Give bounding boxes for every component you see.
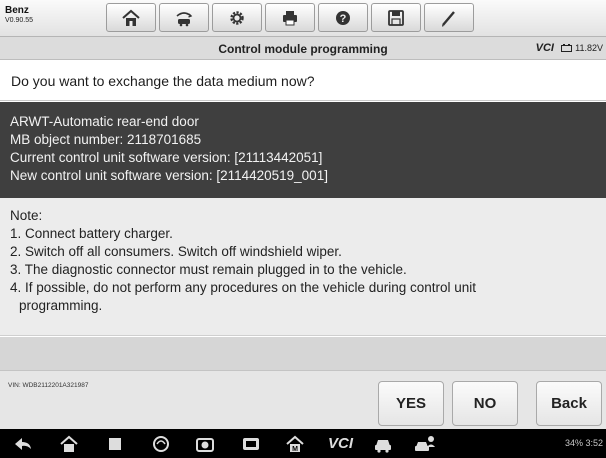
battery-voltage: 11.82V [560, 43, 603, 53]
vci-nav-label: VCI [328, 435, 354, 452]
note-item: 2. Switch off all consumers. Switch off … [10, 244, 342, 259]
question-panel: Do you want to exchange the data medium … [0, 61, 606, 101]
note-item: 3. The diagnostic connector must remain … [10, 262, 407, 277]
app-version: V0.90.55 [5, 17, 34, 24]
settings-gear-icon [230, 10, 244, 25]
remote-support-icon[interactable] [414, 433, 436, 454]
footer-bar: VIN: WDB2112201A321987 YES NO Back [0, 370, 606, 429]
settings-button[interactable] [212, 3, 262, 32]
brand-name: Benz [5, 5, 29, 16]
yes-button[interactable]: YES [378, 381, 444, 426]
page-title: Control module programming [218, 42, 388, 56]
pen-button[interactable] [424, 3, 474, 32]
svg-text:M: M [292, 446, 298, 453]
home-nav-icon[interactable] [58, 433, 80, 454]
current-software-version: Current control unit software version: [… [10, 150, 323, 165]
save-button[interactable] [371, 3, 421, 32]
spacer-bar [0, 337, 606, 370]
car-icon[interactable] [372, 433, 394, 454]
vin-label: VIN: WDB2112201A321987 [8, 382, 89, 389]
back-button[interactable]: Back [536, 381, 602, 426]
battery-voltage-value: 11.82V [575, 43, 603, 53]
new-software-version: New control unit software version: [2114… [10, 168, 328, 183]
vehicle-swap-button[interactable] [159, 3, 209, 32]
vci-nav-icon[interactable]: VCI [328, 433, 353, 454]
top-toolbar: Benz V0.90.55 ? [0, 0, 606, 37]
object-number: MB object number: 2118701685 [10, 132, 202, 147]
note-item: 1. Connect battery charger. [10, 226, 173, 241]
pen-icon [441, 10, 455, 27]
no-button[interactable]: NO [452, 381, 518, 426]
title-bar: Control module programming VCI 11.82V [0, 37, 606, 60]
question-text: Do you want to exchange the data medium … [11, 73, 315, 89]
screenshot-icon[interactable] [240, 433, 262, 454]
browser-icon[interactable] [150, 433, 172, 454]
vci-status-icon: VCI [535, 42, 554, 54]
brand: Benz V0.90.55 [5, 5, 33, 26]
note-item: 4. If possible, do not perform any proce… [10, 280, 477, 295]
help-icon: ? [336, 10, 350, 25]
save-icon [388, 9, 404, 26]
battery-icon [560, 44, 572, 52]
note-heading: Note: [10, 208, 43, 223]
help-button[interactable]: ? [318, 3, 368, 32]
system-status: 34% 3:52 [564, 438, 603, 448]
diagnostics-home-icon[interactable]: M [284, 433, 306, 454]
svg-text:?: ? [340, 13, 347, 25]
print-button[interactable] [265, 3, 315, 32]
back-nav-icon[interactable] [12, 433, 34, 454]
note-item-continuation: programming. [19, 298, 103, 313]
note-panel: Note: 1. Connect battery charger. 2. Swi… [0, 198, 606, 336]
system-nav-bar: M VCI 34% 3:52 [0, 429, 606, 458]
camera-icon[interactable] [194, 433, 216, 454]
home-icon [122, 9, 140, 26]
recent-apps-icon[interactable] [104, 433, 126, 454]
module-info-panel: ARWT-Automatic rear-end door MB object n… [0, 102, 606, 198]
vehicle-swap-icon [176, 11, 193, 26]
module-name: ARWT-Automatic rear-end door [10, 114, 199, 129]
print-icon [283, 10, 297, 25]
home-button[interactable] [106, 3, 156, 32]
